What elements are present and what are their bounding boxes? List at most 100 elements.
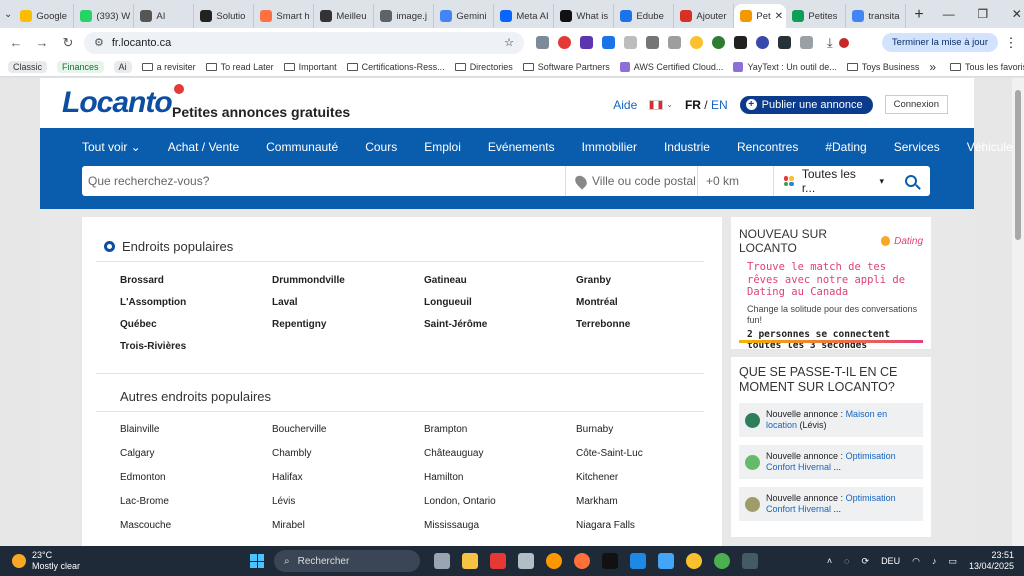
bookmark-item[interactable]: a revisiter — [141, 62, 196, 72]
browser-tab[interactable]: image.j — [374, 4, 435, 28]
bookmark-item[interactable]: Important — [283, 62, 337, 72]
extension-icon[interactable] — [756, 36, 769, 49]
app-icon[interactable] — [518, 553, 534, 569]
browser-tab[interactable]: Petites — [786, 4, 847, 28]
popular-city-link[interactable]: L'Assomption — [120, 297, 272, 308]
live-activity-item[interactable]: Nouvelle annonce : Optimisation Confort … — [739, 445, 923, 479]
all-bookmarks[interactable]: Tous les favoris — [950, 62, 1024, 72]
weather-widget[interactable]: 23°C Mostly clear — [0, 550, 250, 572]
bookmark-item[interactable]: Ai — [113, 60, 132, 73]
app-icon[interactable] — [686, 553, 702, 569]
lang-en[interactable]: EN — [711, 98, 728, 112]
dating-promo-card[interactable]: NOUVEAU SUR LOCANTO Dating Trouve le matc… — [731, 217, 931, 351]
browser-tab[interactable]: Gemini — [434, 4, 495, 28]
location-input[interactable]: Ville ou code postal — [566, 166, 698, 196]
other-city-link[interactable]: Markham — [576, 496, 728, 507]
volume-icon[interactable]: ♪ — [932, 556, 937, 566]
firefox-icon[interactable] — [574, 553, 590, 569]
input-language[interactable]: DEU — [881, 556, 900, 566]
popular-city-link[interactable]: Gatineau — [424, 275, 576, 286]
other-city-link[interactable]: Mirabel — [272, 520, 424, 531]
help-link[interactable]: Aide — [613, 98, 637, 112]
update-button[interactable]: Terminer la mise à jour — [881, 33, 998, 52]
nav-item[interactable]: Immobilier — [582, 140, 637, 154]
restore-icon[interactable]: ❐ — [966, 7, 1000, 21]
nav-item[interactable]: Communauté — [266, 140, 338, 154]
puzzle-icon[interactable] — [800, 36, 813, 49]
radius-select[interactable]: +0 km — [698, 166, 774, 196]
wifi-icon[interactable]: ◠ — [912, 556, 920, 567]
nav-item[interactable]: Evénements — [488, 140, 555, 154]
other-city-link[interactable]: Mississauga — [424, 520, 576, 531]
tab-search-button[interactable]: ⌄ — [4, 3, 12, 25]
other-city-link[interactable]: Kitchener — [576, 472, 728, 483]
other-city-link[interactable]: Calgary — [120, 448, 272, 459]
reload-icon[interactable]: ↻ — [58, 35, 78, 51]
lang-fr[interactable]: FR — [685, 98, 701, 112]
opera-icon[interactable] — [558, 36, 571, 49]
browser-tab[interactable]: AI — [134, 4, 195, 28]
popular-city-link[interactable]: Laval — [272, 297, 424, 308]
bookmark-item[interactable]: Classic — [8, 60, 48, 73]
extension-icon[interactable] — [536, 36, 549, 49]
extension-icon[interactable] — [668, 36, 681, 49]
popular-city-link[interactable]: Repentigny — [272, 319, 424, 330]
new-tab-button[interactable]: + — [906, 6, 931, 28]
file-explorer-icon[interactable] — [462, 553, 478, 569]
nav-item[interactable]: Cours — [365, 140, 397, 154]
page-scrollbar[interactable] — [1012, 78, 1024, 546]
other-city-link[interactable]: Burnaby — [576, 424, 728, 435]
popular-city-link[interactable]: Granby — [576, 275, 728, 286]
bookmark-item[interactable]: Finances — [57, 60, 104, 73]
other-city-link[interactable]: Niagara Falls — [576, 520, 728, 531]
popular-city-link[interactable]: Longueuil — [424, 297, 576, 308]
search-button[interactable] — [892, 166, 930, 196]
browser-tab[interactable]: Edube — [614, 4, 675, 28]
camera-icon[interactable] — [646, 36, 659, 49]
browser-tab[interactable]: Pet ✕ — [734, 4, 787, 28]
bookmark-item[interactable]: Directories — [454, 62, 513, 72]
extension-icon[interactable] — [624, 36, 637, 49]
browser-tab[interactable]: Smart h — [254, 4, 315, 28]
other-city-link[interactable]: Lac-Brome — [120, 496, 272, 507]
bookmark-item[interactable]: Certifications-Ress... — [346, 62, 445, 72]
extension-icon[interactable] — [580, 36, 593, 49]
minimize-icon[interactable]: — — [932, 7, 966, 21]
bookmark-item[interactable]: YayText : Un outil de... — [733, 61, 837, 72]
close-window-icon[interactable]: ✕ — [1000, 7, 1024, 21]
publish-ad-button[interactable]: + Publier une annonce — [739, 95, 873, 114]
bookmark-item[interactable]: Toys Business — [846, 62, 919, 72]
app-icon[interactable] — [658, 553, 674, 569]
profile-icon[interactable] — [838, 37, 849, 48]
browser-tab[interactable]: Ajouter — [674, 4, 735, 28]
search-app-icon[interactable] — [546, 553, 562, 569]
nav-item[interactable]: Tout voir ⌄ — [82, 140, 141, 154]
other-city-link[interactable]: Côte-Saint-Luc — [576, 448, 728, 459]
app-icon[interactable] — [490, 553, 506, 569]
popular-city-link[interactable]: Brossard — [120, 275, 272, 286]
bookmarks-more-icon[interactable]: » — [929, 60, 936, 74]
other-city-link[interactable]: Hamilton — [424, 472, 576, 483]
nav-item[interactable]: Services — [894, 140, 940, 154]
nav-item[interactable]: #Dating — [825, 140, 866, 154]
nav-item[interactable]: Emploi — [424, 140, 461, 154]
browser-tab[interactable]: (393) W — [74, 4, 135, 28]
locanto-logo[interactable]: Locanto — [62, 84, 184, 120]
nav-item[interactable]: Véhicules — [967, 140, 1019, 154]
other-city-link[interactable]: Brampton — [424, 424, 576, 435]
tray-chevron-icon[interactable]: ˄ — [827, 556, 832, 566]
popular-city-link[interactable]: Terrebonne — [576, 319, 728, 330]
bookmark-item[interactable]: To read Later — [205, 62, 274, 72]
live-activity-item[interactable]: Nouvelle annonce : Optimisation Confort … — [739, 487, 923, 521]
search-input[interactable]: Que recherchez-vous? — [82, 166, 566, 196]
windows-start-icon[interactable] — [250, 554, 264, 568]
other-city-link[interactable]: Edmonton — [120, 472, 272, 483]
taskbar-search[interactable]: ⌕ Rechercher — [274, 550, 420, 572]
other-city-link[interactable]: Lévis — [272, 496, 424, 507]
site-info-icon[interactable]: ⚙ — [94, 36, 104, 49]
tray-sync-icon[interactable]: ⟳ — [862, 556, 870, 567]
tray-app-icon[interactable]: ◌ — [844, 556, 849, 566]
address-bar[interactable]: ⚙ fr.locanto.ca ☆ — [84, 31, 524, 54]
browser-tab[interactable]: Meilleu — [314, 4, 375, 28]
other-city-link[interactable]: London, Ontario — [424, 496, 576, 507]
